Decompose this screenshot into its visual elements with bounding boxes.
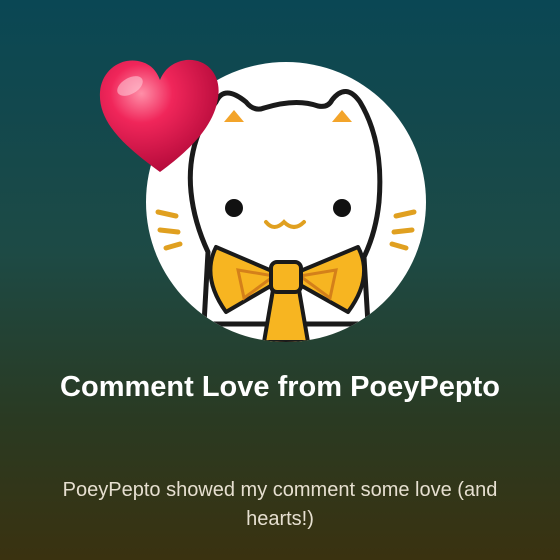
notification-message: PoeyPepto showed my comment some love (a…	[62, 479, 498, 530]
comment-love-card[interactable]: Comment Love from PoeyPepto PoeyPepto sh…	[0, 0, 560, 560]
heart-icon	[94, 50, 226, 182]
notification-title: Comment Love from PoeyPepto	[60, 371, 500, 403]
